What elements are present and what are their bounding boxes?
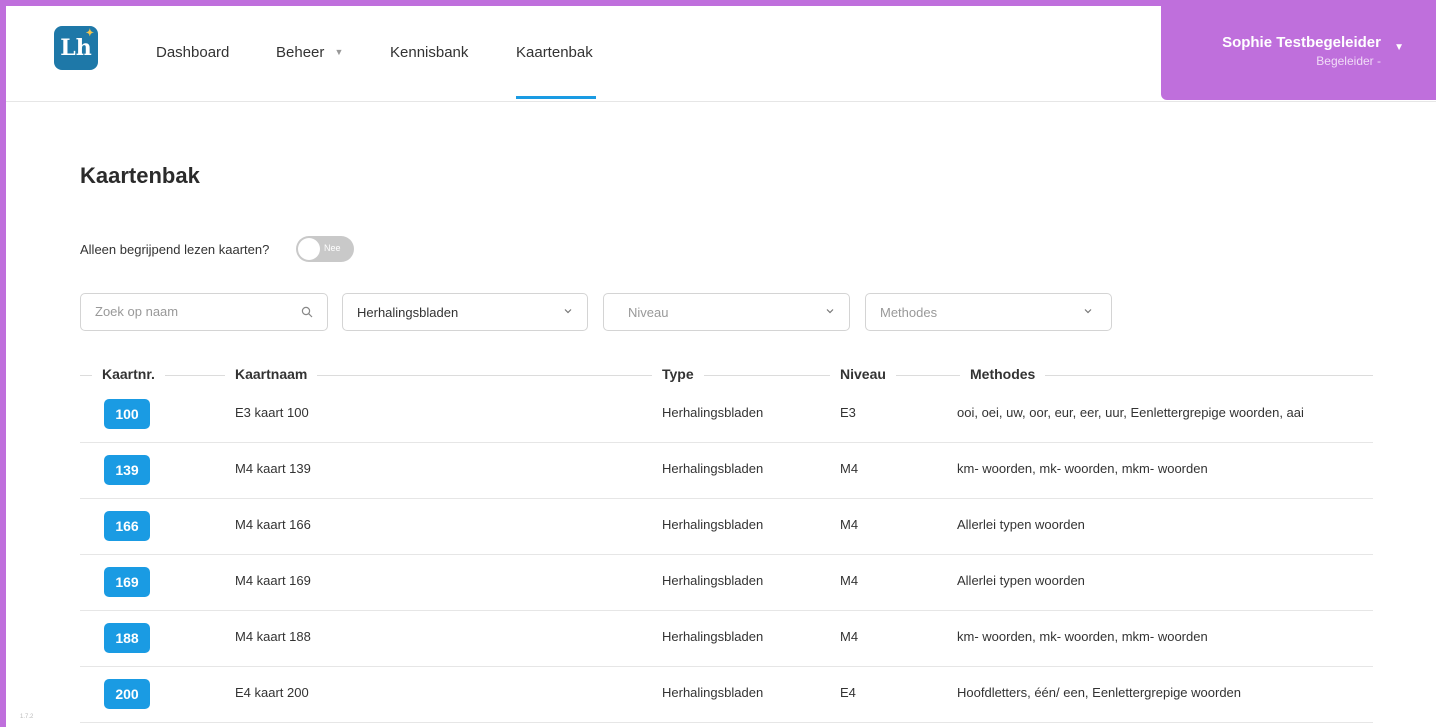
- nav-item-kennisbank[interactable]: Kennisbank: [390, 44, 468, 61]
- card-number-badge[interactable]: 200: [104, 679, 150, 709]
- caret-down-icon: ▼: [1394, 42, 1404, 53]
- search-icon[interactable]: [301, 306, 313, 318]
- niveau-select-placeholder: Niveau: [628, 305, 669, 320]
- card-type: Herhalingsbladen: [662, 517, 764, 532]
- niveau-select[interactable]: Niveau: [603, 293, 850, 331]
- table-row[interactable]: 188 M4 kaart 188 Herhalingsbladen M4 km-…: [80, 610, 1373, 667]
- card-niveau: M4: [840, 461, 859, 476]
- nav-item-beheer[interactable]: Beheer ▼: [276, 44, 343, 61]
- methodes-select[interactable]: Methodes: [865, 293, 1112, 331]
- header-methodes[interactable]: Methodes: [960, 366, 1046, 382]
- nav-item-label: Dashboard: [156, 44, 230, 61]
- top-navbar: Lh ✦ Dashboard Beheer ▼ Kennisbank Kaart…: [6, 6, 1436, 102]
- header-kaartnaam[interactable]: Kaartnaam: [225, 366, 318, 382]
- card-methodes: km- woorden, mk- woorden, mkm- woorden: [957, 461, 1208, 476]
- table-row[interactable]: 100 E3 kaart 100 Herhalingsbladen E3 ooi…: [80, 386, 1373, 443]
- chevron-down-icon: ▼: [334, 47, 344, 57]
- card-methodes: km- woorden, mk- woorden, mkm- woorden: [957, 629, 1208, 644]
- card-name: M4 kaart 166: [235, 517, 311, 532]
- header-niveau[interactable]: Niveau: [830, 366, 896, 382]
- user-menu[interactable]: Sophie Testbegeleider Begeleider - ▼: [1161, 6, 1436, 100]
- card-number-badge[interactable]: 166: [104, 511, 150, 541]
- card-type: Herhalingsbladen: [662, 629, 764, 644]
- card-name: M4 kaart 139: [235, 461, 311, 476]
- active-nav-indicator: [516, 96, 596, 99]
- toggle-label: Alleen begrijpend lezen kaarten?: [80, 242, 270, 257]
- card-number-badge[interactable]: 169: [104, 567, 150, 597]
- table-row[interactable]: 169 M4 kaart 169 Herhalingsbladen M4 All…: [80, 554, 1373, 611]
- user-name: Sophie Testbegeleider: [1222, 34, 1381, 51]
- chevron-down-icon: [826, 309, 834, 314]
- nav-item-kaartenbak[interactable]: Kaartenbak: [516, 44, 593, 61]
- card-number-badge[interactable]: 100: [104, 399, 150, 429]
- table-row[interactable]: 166 M4 kaart 166 Herhalingsbladen M4 All…: [80, 498, 1373, 555]
- table-row[interactable]: 200 E4 kaart 200 Herhalingsbladen E4 Hoo…: [80, 666, 1373, 723]
- card-name: M4 kaart 169: [235, 573, 311, 588]
- card-methodes: Allerlei typen woorden: [957, 517, 1085, 532]
- nav-item-label: Beheer: [276, 44, 325, 61]
- page-title: Kaartenbak: [80, 163, 200, 188]
- card-niveau: M4: [840, 573, 859, 588]
- card-type: Herhalingsbladen: [662, 685, 764, 700]
- app-version: 1.7.2: [20, 714, 34, 720]
- type-select-value: Herhalingsbladen: [357, 305, 459, 320]
- card-niveau: M4: [840, 517, 859, 532]
- card-type: Herhalingsbladen: [662, 573, 764, 588]
- header-kaartnr[interactable]: Kaartnr.: [92, 366, 165, 382]
- window-frame-left: [0, 0, 6, 727]
- user-role: Begeleider -: [1316, 54, 1381, 68]
- nav-item-dashboard[interactable]: Dashboard: [156, 44, 229, 61]
- nav-item-label: Kennisbank: [390, 44, 469, 61]
- card-methodes: Hoofdletters, één/ een, Eenlettergrepige…: [957, 685, 1242, 700]
- table-header: Kaartnr. Kaartnaam Type Niveau Methodes: [80, 366, 1373, 386]
- card-methodes: Allerlei typen woorden: [957, 573, 1085, 588]
- toggle-state-text: Nee: [324, 243, 341, 253]
- header-type[interactable]: Type: [652, 366, 704, 382]
- nav-item-label: Kaartenbak: [516, 44, 593, 61]
- card-type: Herhalingsbladen: [662, 461, 764, 476]
- card-number-badge[interactable]: 188: [104, 623, 150, 653]
- search-input[interactable]: [95, 304, 275, 319]
- chevron-down-icon: [564, 309, 572, 314]
- card-niveau: E3: [840, 405, 856, 420]
- toggle-knob[interactable]: [298, 238, 320, 260]
- card-type: Herhalingsbladen: [662, 405, 764, 420]
- card-niveau: M4: [840, 629, 859, 644]
- card-name: M4 kaart 188: [235, 629, 311, 644]
- app-logo[interactable]: Lh ✦: [54, 26, 98, 70]
- card-number-badge[interactable]: 139: [104, 455, 150, 485]
- chevron-down-icon: [1084, 309, 1092, 314]
- type-select[interactable]: Herhalingsbladen: [342, 293, 588, 331]
- table-row[interactable]: 139 M4 kaart 139 Herhalingsbladen M4 km-…: [80, 442, 1373, 499]
- book-icon: ✦: [85, 28, 94, 39]
- card-name: E3 kaart 100: [235, 405, 309, 420]
- methodes-select-placeholder: Methodes: [880, 305, 938, 320]
- card-niveau: E4: [840, 685, 856, 700]
- card-methodes: ooi, oei, uw, oor, eur, eer, uur, Eenlet…: [957, 405, 1304, 420]
- begrijpend-lezen-toggle[interactable]: Nee: [296, 236, 354, 262]
- card-name: E4 kaart 200: [235, 685, 309, 700]
- search-field[interactable]: [80, 293, 328, 331]
